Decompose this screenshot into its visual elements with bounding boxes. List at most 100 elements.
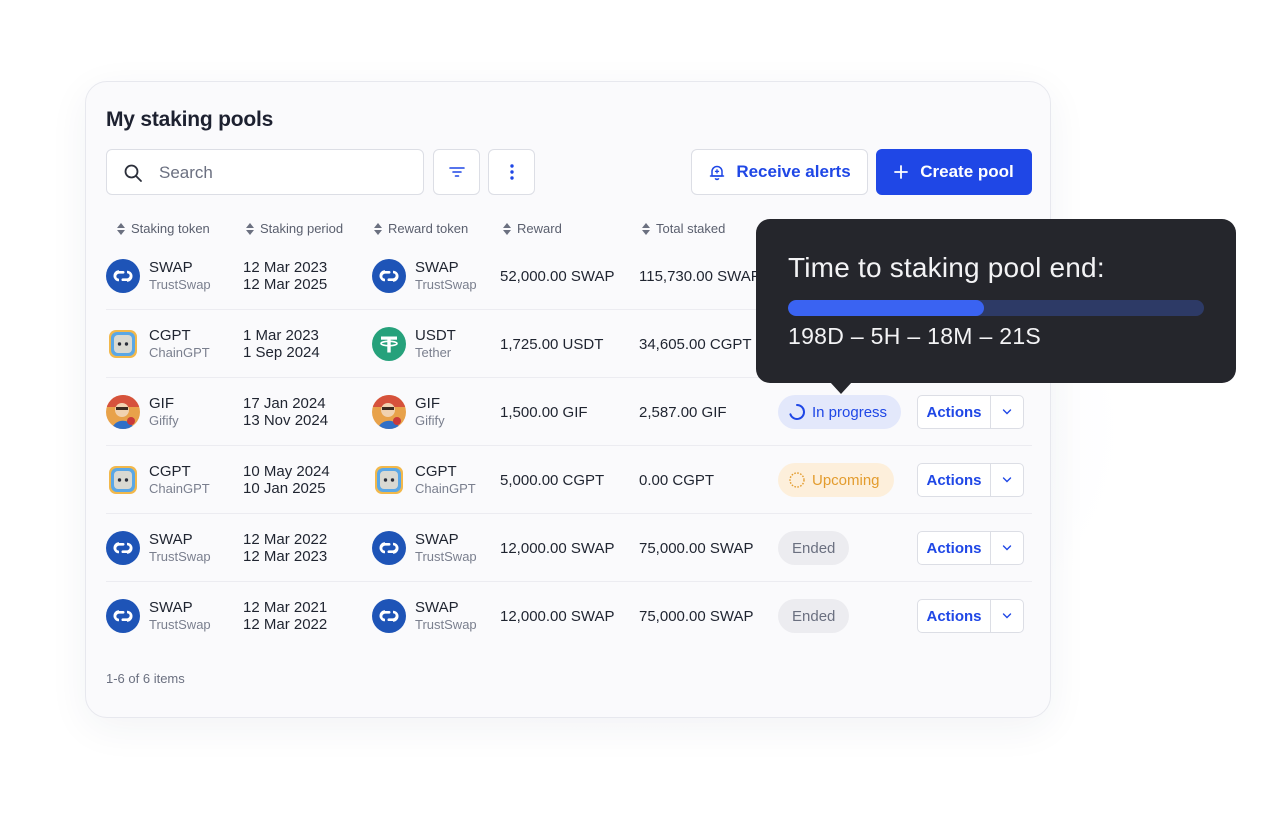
status-badge: Ended <box>778 531 850 565</box>
period-end: 13 Nov 2024 <box>243 412 329 429</box>
staking-period-cell: 10 May 2024 10 Jan 2025 <box>243 446 330 514</box>
status-badge: In progress <box>778 395 902 429</box>
actions-button[interactable]: Actions <box>918 464 991 496</box>
countdown-text: 198D – 5H – 18M – 21S <box>788 323 1042 349</box>
search-box[interactable] <box>106 149 424 196</box>
chaingpt-logo <box>106 463 140 497</box>
chaingpt-logo <box>106 327 140 361</box>
actions-dropdown-toggle[interactable] <box>991 600 1023 632</box>
page-title: My staking pools <box>106 108 274 131</box>
reward-amount: 12,000.00 SWAP <box>500 607 615 625</box>
more-vertical-icon <box>509 164 514 180</box>
staking-period-cell: 1 Mar 2023 1 Sep 2024 <box>243 310 320 378</box>
column-header-staking-period[interactable]: Staking period <box>246 221 343 236</box>
reward-token-name: TrustSwap <box>415 617 477 632</box>
table-row: SWAP TrustSwap 12 Mar 2022 12 Mar 2023 S… <box>106 514 1032 582</box>
pool-end-tooltip: Time to staking pool end: 198D – 5H – 18… <box>756 219 1236 394</box>
staking-token-symbol: SWAP <box>149 531 193 548</box>
status-badge: Upcoming <box>778 463 894 497</box>
staking-token-symbol: GIF <box>149 395 174 412</box>
period-end: 12 Mar 2025 <box>243 276 328 293</box>
reward-token-cell: CGPT ChainGPT <box>372 446 476 514</box>
total-staked-amount: 75,000.00 SWAP <box>639 539 754 557</box>
search-icon <box>124 164 142 182</box>
actions-dropdown-toggle[interactable] <box>991 464 1023 496</box>
create-pool-button[interactable]: Create pool <box>876 149 1032 195</box>
chaingpt-logo <box>372 463 406 497</box>
total-staked-amount: 115,730.00 SWAP <box>639 267 761 285</box>
trustswap-logo <box>372 259 406 293</box>
search-input[interactable] <box>157 150 411 196</box>
tooltip-title: Time to staking pool end: <box>788 252 1105 283</box>
sort-icon <box>503 222 511 235</box>
filter-button[interactable] <box>433 149 480 195</box>
staking-period-cell: 12 Mar 2022 12 Mar 2023 <box>243 514 327 582</box>
staking-token-name: ChainGPT <box>149 481 210 496</box>
staking-token-symbol: CGPT <box>149 463 191 480</box>
column-header-reward[interactable]: Reward <box>503 221 562 236</box>
staking-pools-card: My staking pools Receive alerts <box>85 81 1051 718</box>
actions-button-group[interactable]: Actions <box>917 599 1024 633</box>
staking-token-symbol: CGPT <box>149 327 191 344</box>
column-header-reward-token[interactable]: Reward token <box>374 221 468 236</box>
reward-token-symbol: SWAP <box>415 599 459 616</box>
column-header-total-staked[interactable]: Total staked <box>642 221 725 236</box>
reward-token-cell: GIF Gifify <box>372 378 445 446</box>
actions-dropdown-toggle[interactable] <box>991 532 1023 564</box>
actions-button[interactable]: Actions <box>918 532 991 564</box>
total-staked-amount: 34,605.00 CGPT <box>639 335 752 353</box>
reward-token-name: Gifify <box>415 413 445 428</box>
time-progress-bar <box>788 300 1204 316</box>
table-row: GIF Gifify 17 Jan 2024 13 Nov 2024 GIF G… <box>106 378 1032 446</box>
total-staked-amount: 75,000.00 SWAP <box>639 607 754 625</box>
reward-token-name: TrustSwap <box>415 277 477 292</box>
reward-token-name: Tether <box>415 345 452 360</box>
total-staked-amount: 0.00 CGPT <box>639 471 715 489</box>
staking-token-cell: CGPT ChainGPT <box>106 446 210 514</box>
period-start: 12 Mar 2022 <box>243 531 328 548</box>
reward-token-symbol: CGPT <box>415 463 457 480</box>
staking-period-cell: 17 Jan 2024 13 Nov 2024 <box>243 378 328 446</box>
reward-token-symbol: GIF <box>415 395 440 412</box>
chevron-down-icon <box>1002 545 1012 551</box>
column-header-staking-token[interactable]: Staking token <box>117 221 210 236</box>
create-pool-label: Create pool <box>920 162 1014 181</box>
reward-token-cell: SWAP TrustSwap <box>372 242 477 310</box>
status-cell: Upcoming <box>778 446 894 514</box>
receive-alerts-button[interactable]: Receive alerts <box>691 149 868 195</box>
trustswap-logo <box>106 259 140 293</box>
sort-icon <box>246 222 254 235</box>
reward-amount: 12,000.00 SWAP <box>500 539 615 557</box>
reward-token-symbol: USDT <box>415 327 456 344</box>
actions-button-group[interactable]: Actions <box>917 531 1024 565</box>
staking-token-cell: SWAP TrustSwap <box>106 582 211 650</box>
more-options-button[interactable] <box>488 149 535 195</box>
reward-amount: 1,725.00 USDT <box>500 335 604 353</box>
gifify-logo <box>372 395 406 429</box>
receive-alerts-label: Receive alerts <box>736 162 851 181</box>
filter-icon <box>448 167 465 177</box>
actions-dropdown-toggle[interactable] <box>991 396 1023 428</box>
actions-button-group[interactable]: Actions <box>917 395 1024 429</box>
trustswap-logo <box>372 531 406 565</box>
reward-token-name: TrustSwap <box>415 549 477 564</box>
period-end: 12 Mar 2022 <box>243 616 328 633</box>
trustswap-logo <box>372 599 406 633</box>
table-row: SWAP TrustSwap 12 Mar 2021 12 Mar 2022 S… <box>106 582 1032 650</box>
actions-button[interactable]: Actions <box>918 600 991 632</box>
actions-button[interactable]: Actions <box>918 396 991 428</box>
sort-icon <box>117 222 125 235</box>
trustswap-logo <box>106 531 140 565</box>
period-start: 12 Mar 2023 <box>243 259 328 276</box>
time-progress-fill <box>788 300 984 316</box>
period-end: 12 Mar 2023 <box>243 548 328 565</box>
actions-button-group[interactable]: Actions <box>917 463 1024 497</box>
tooltip-arrow <box>830 382 852 394</box>
reward-amount: 52,000.00 SWAP <box>500 267 615 285</box>
spinner-icon <box>789 404 806 420</box>
reward-amount: 1,500.00 GIF <box>500 403 588 421</box>
plus-icon <box>894 165 909 179</box>
total-staked-amount: 2,587.00 GIF <box>639 403 727 421</box>
staking-token-name: Gifify <box>149 413 179 428</box>
status-cell: Ended <box>778 514 850 582</box>
